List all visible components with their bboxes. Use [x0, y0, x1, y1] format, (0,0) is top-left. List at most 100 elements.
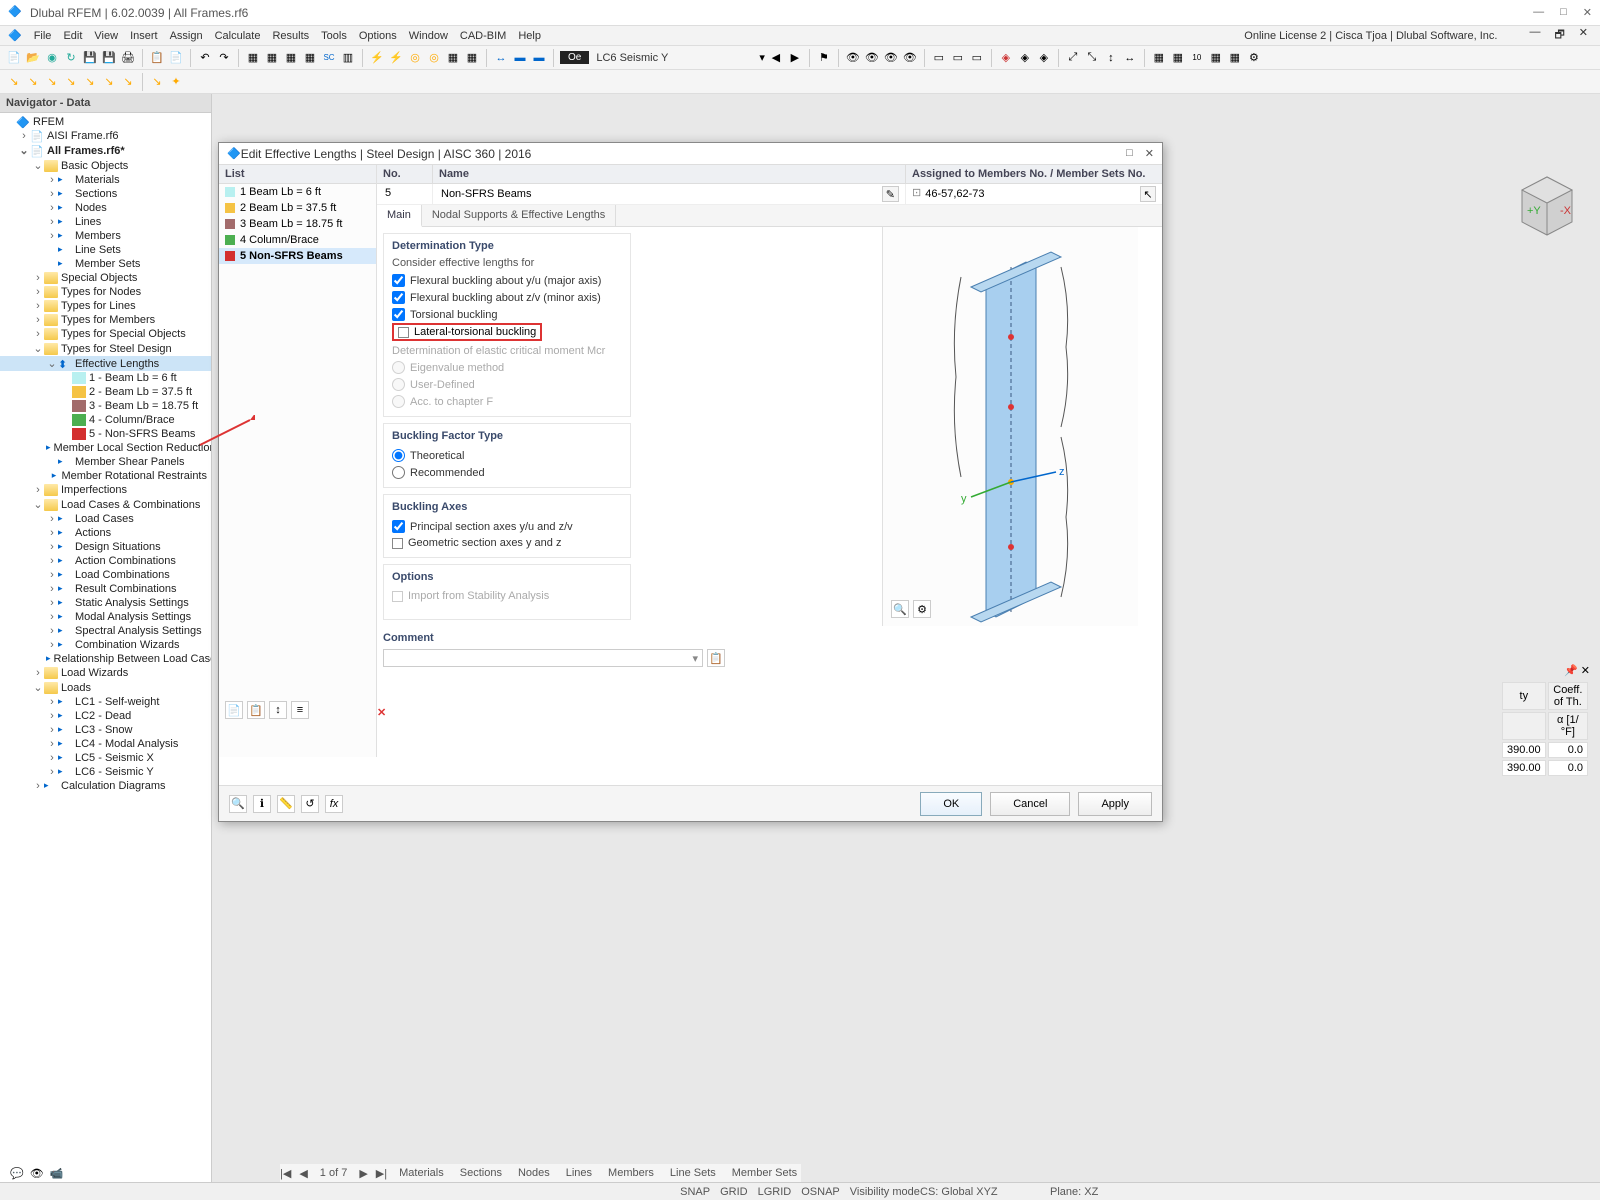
- menu-tools[interactable]: Tools: [317, 28, 351, 44]
- units-icon[interactable]: 📏: [277, 795, 295, 813]
- tree-item[interactable]: ⌄Load Cases & Combinations: [0, 497, 211, 512]
- preview-tool1-icon[interactable]: 🔍: [891, 600, 909, 618]
- tree-item[interactable]: 3 - Beam Lb = 18.75 ft: [0, 399, 211, 413]
- cb-geometric-axes[interactable]: [392, 538, 403, 549]
- minimize-button[interactable]: —: [1533, 6, 1544, 19]
- pgt-6[interactable]: Member Sets: [728, 1167, 801, 1179]
- dialog-maximize-icon[interactable]: □: [1126, 147, 1133, 160]
- pgt-2[interactable]: Nodes: [514, 1167, 554, 1179]
- tree-item[interactable]: ›Types for Lines: [0, 299, 211, 313]
- ok-button[interactable]: OK: [920, 792, 982, 816]
- copy-item-icon[interactable]: 📋: [247, 701, 265, 719]
- tree-item[interactable]: ›▸Lines: [0, 215, 211, 229]
- s2-icon[interactable]: ↘: [25, 74, 41, 90]
- grid1-icon[interactable]: ▦: [245, 50, 261, 66]
- tree-item[interactable]: ›▸LC2 - Dead: [0, 709, 211, 723]
- tree-item[interactable]: ›Load Wizards: [0, 666, 211, 680]
- r5-icon[interactable]: ▦: [1227, 50, 1243, 66]
- tree-item[interactable]: ▸Relationship Between Load Cases: [0, 652, 211, 666]
- cb-principal-axes[interactable]: [392, 520, 405, 533]
- menu-edit[interactable]: Edit: [59, 28, 86, 44]
- reset-icon[interactable]: ↺: [301, 795, 319, 813]
- pgt-4[interactable]: Members: [604, 1167, 658, 1179]
- paste-icon[interactable]: 📄: [168, 50, 184, 66]
- redo-icon[interactable]: ↷: [216, 50, 232, 66]
- next-icon[interactable]: ▶: [787, 50, 803, 66]
- sc-icon[interactable]: SC: [321, 50, 337, 66]
- new-icon[interactable]: 📄: [6, 50, 22, 66]
- filter-icon[interactable]: ≡: [291, 701, 309, 719]
- rb-recommended[interactable]: [392, 466, 405, 479]
- tree-item[interactable]: ›▸LC3 - Snow: [0, 723, 211, 737]
- saveall-icon[interactable]: 💾: [101, 50, 117, 66]
- list-item[interactable]: 3 Beam Lb = 18.75 ft: [219, 216, 376, 232]
- tree-item[interactable]: 2 - Beam Lb = 37.5 ft: [0, 385, 211, 399]
- tree-item[interactable]: ›▸Actions: [0, 526, 211, 540]
- tree-item[interactable]: 1 - Beam Lb = 6 ft: [0, 371, 211, 385]
- eye-icon[interactable]: 👁: [30, 1167, 44, 1180]
- menu-calculate[interactable]: Calculate: [211, 28, 265, 44]
- tree-item[interactable]: ▸Member Rotational Restraints: [0, 469, 211, 483]
- menu-file[interactable]: File: [30, 28, 56, 44]
- s6-icon[interactable]: ↘: [101, 74, 117, 90]
- db-icon[interactable]: ▭: [931, 50, 947, 66]
- tree-item[interactable]: ›▸Load Combinations: [0, 568, 211, 582]
- s5-icon[interactable]: ↘: [82, 74, 98, 90]
- tree-item[interactable]: ▸Member Sets: [0, 257, 211, 271]
- bolt1-icon[interactable]: ⚡: [369, 50, 385, 66]
- tree-item[interactable]: ›▸LC6 - Seismic Y: [0, 765, 211, 779]
- tree-item[interactable]: ▸Member Shear Panels: [0, 455, 211, 469]
- menu-window[interactable]: Window: [405, 28, 452, 44]
- cb-lateral-torsional[interactable]: [398, 327, 409, 338]
- snap-toggle[interactable]: SNAP: [680, 1186, 710, 1198]
- r1-icon[interactable]: ▦: [1151, 50, 1167, 66]
- v2-icon[interactable]: 👁: [864, 50, 880, 66]
- pgt-1[interactable]: Sections: [456, 1167, 506, 1179]
- tree-item[interactable]: ⌄Types for Steel Design: [0, 341, 211, 356]
- list-item[interactable]: 5 Non-SFRS Beams: [219, 248, 376, 264]
- next-page-icon[interactable]: ▶: [359, 1167, 367, 1180]
- cb-flexural-zv[interactable]: [392, 291, 405, 304]
- name-input[interactable]: [439, 186, 880, 202]
- list-item[interactable]: 1 Beam Lb = 6 ft: [219, 184, 376, 200]
- grid-toggle[interactable]: GRID: [720, 1186, 748, 1198]
- aw-icon[interactable]: ↔: [1122, 50, 1138, 66]
- tree-item[interactable]: ›Types for Special Objects: [0, 327, 211, 341]
- s9-icon[interactable]: ✦: [168, 74, 184, 90]
- tree-item[interactable]: 🔷RFEM: [0, 115, 211, 129]
- refresh-icon[interactable]: ↻: [63, 50, 79, 66]
- dropdown-icon[interactable]: ▾: [759, 51, 765, 64]
- cam-icon[interactable]: 📹: [50, 1167, 64, 1180]
- q2-icon[interactable]: ◎: [426, 50, 442, 66]
- tree-item[interactable]: ▸Line Sets: [0, 243, 211, 257]
- chart-icon[interactable]: ▥: [340, 50, 356, 66]
- comment-copy-icon[interactable]: 📋: [707, 649, 725, 667]
- ax-icon[interactable]: ⤢: [1065, 50, 1081, 66]
- tree-item[interactable]: ›▸LC1 - Self-weight: [0, 695, 211, 709]
- tree-item[interactable]: ›▸Load Cases: [0, 512, 211, 526]
- s1-icon[interactable]: ↘: [6, 74, 22, 90]
- first-page-icon[interactable]: |◀: [280, 1167, 291, 1180]
- tab-nodal-supports[interactable]: Nodal Supports & Effective Lengths: [422, 205, 616, 226]
- preview-tool2-icon[interactable]: ⚙: [913, 600, 931, 618]
- cube2-icon[interactable]: ◈: [1036, 50, 1052, 66]
- view-cube[interactable]: -X +Y: [1512, 172, 1582, 242]
- grid2-icon[interactable]: ▦: [264, 50, 280, 66]
- tree-item[interactable]: ›Imperfections: [0, 483, 211, 497]
- pin-icon[interactable]: 📌: [1564, 664, 1578, 677]
- db3-icon[interactable]: ▭: [969, 50, 985, 66]
- last-page-icon[interactable]: ▶|: [376, 1167, 387, 1180]
- menu-cadbim[interactable]: CAD-BIM: [456, 28, 510, 44]
- mdi-min[interactable]: —: [1525, 24, 1544, 47]
- v1-icon[interactable]: 👁: [845, 50, 861, 66]
- tree-item[interactable]: ⌄Basic Objects: [0, 158, 211, 173]
- print-icon[interactable]: 🖨: [120, 50, 136, 66]
- pgt-5[interactable]: Line Sets: [666, 1167, 720, 1179]
- tree-item[interactable]: ›▸LC5 - Seismic X: [0, 751, 211, 765]
- bolt2-icon[interactable]: ⚡: [388, 50, 404, 66]
- mdi-restore[interactable]: 🗗: [1550, 24, 1568, 47]
- open-icon[interactable]: 📂: [25, 50, 41, 66]
- q3-icon[interactable]: ▦: [445, 50, 461, 66]
- s4-icon[interactable]: ↘: [63, 74, 79, 90]
- vis-toggle[interactable]: Visibility mode: [850, 1186, 920, 1198]
